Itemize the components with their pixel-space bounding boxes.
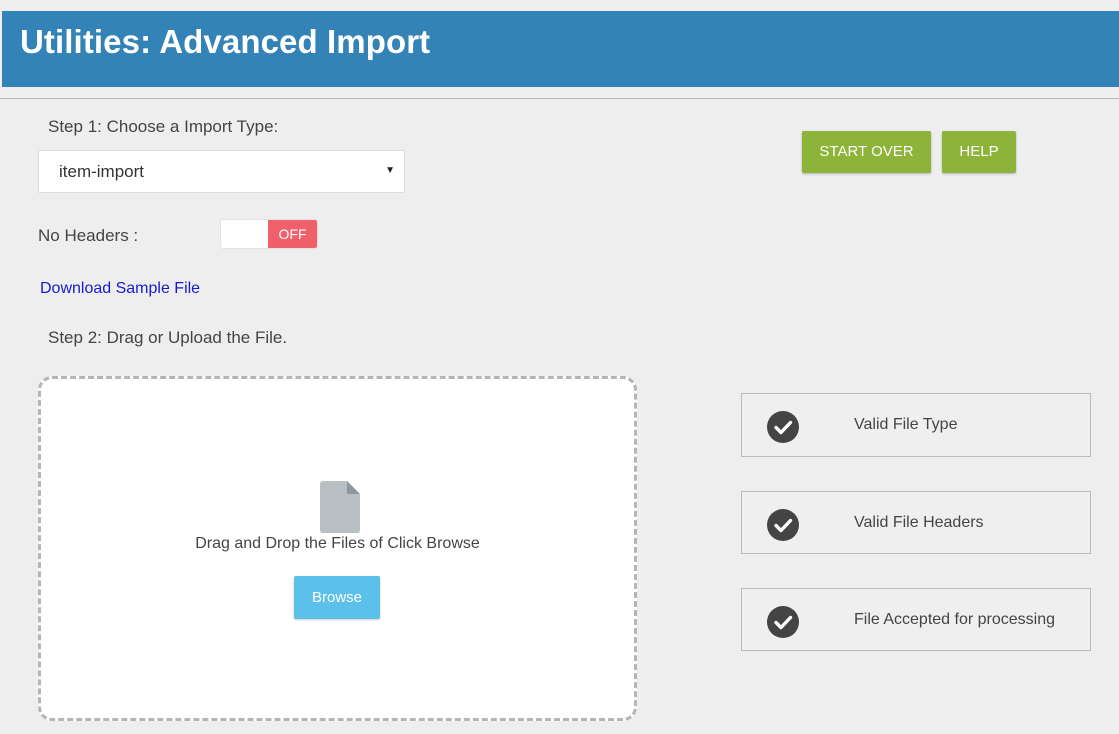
page-title: Utilities: Advanced Import [20, 23, 431, 60]
toggle-knob [221, 220, 270, 248]
browse-button[interactable]: Browse [294, 576, 380, 619]
status-valid-file-type: Valid File Type [741, 393, 1091, 457]
drop-instructions: Drag and Drop the Files of Click Browse [195, 535, 480, 552]
start-over-button[interactable]: START OVER [802, 131, 931, 173]
status-label: Valid File Type [854, 416, 958, 433]
page-header: Utilities: Advanced Import [2, 11, 1119, 87]
import-type-select[interactable]: item-import ▼ [38, 150, 405, 193]
help-button[interactable]: HELP [942, 131, 1016, 173]
toggle-state: OFF [268, 220, 317, 248]
file-drop-zone[interactable]: Drag and Drop the Files of Click Browse … [38, 376, 637, 721]
check-circle-icon [767, 411, 799, 443]
download-sample-file-link[interactable]: Download Sample File [40, 280, 200, 298]
step1-label: Step 1: Choose a Import Type: [48, 117, 279, 136]
status-file-accepted: File Accepted for processing [741, 588, 1091, 651]
status-label: File Accepted for processing [854, 611, 1055, 628]
step2-label: Step 2: Drag or Upload the File. [48, 328, 288, 347]
header-divider [0, 98, 1119, 99]
no-headers-label: No Headers : [38, 226, 139, 245]
advanced-import-page: Utilities: Advanced Import Step 1: Choos… [0, 0, 1119, 734]
status-valid-file-headers: Valid File Headers [741, 491, 1091, 554]
file-icon [320, 481, 360, 533]
check-circle-icon [767, 509, 799, 541]
caret-down-icon: ▼ [385, 165, 395, 176]
status-label: Valid File Headers [854, 514, 984, 531]
check-circle-icon [767, 606, 799, 638]
no-headers-toggle[interactable]: OFF [220, 219, 318, 249]
import-type-value: item-import [59, 162, 145, 181]
